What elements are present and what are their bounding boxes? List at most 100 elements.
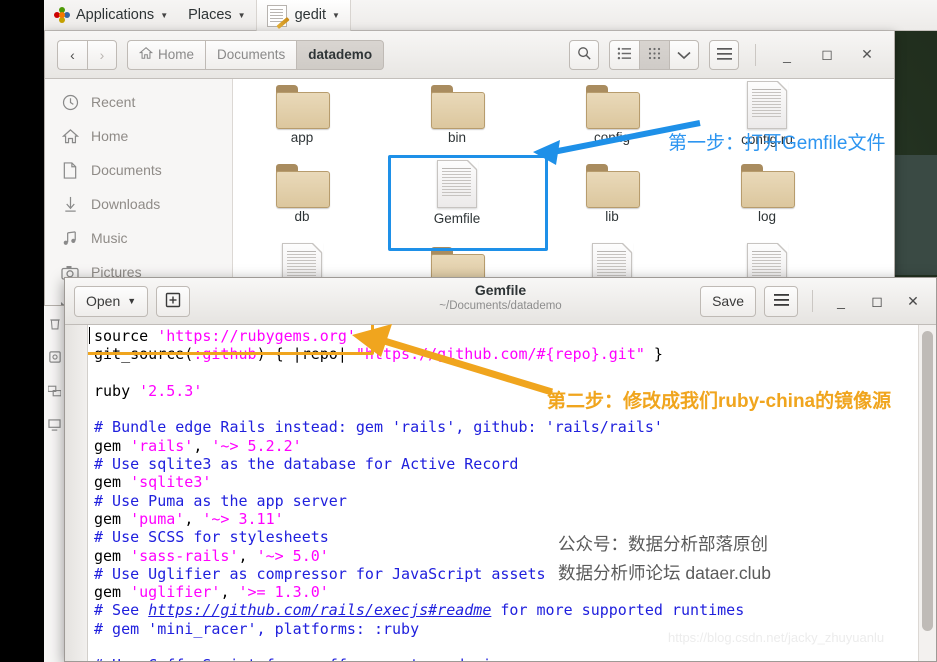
file-item-label: bin xyxy=(447,130,466,145)
sidebar-item-recent[interactable]: Recent xyxy=(45,85,232,119)
sidebar-label: Downloads xyxy=(91,196,161,212)
view-options-button[interactable] xyxy=(669,39,699,70)
file-item-db[interactable]: db xyxy=(248,164,356,224)
folder-icon xyxy=(586,85,640,129)
desktop-left-edge xyxy=(0,0,44,662)
file-item-app[interactable]: app xyxy=(248,85,356,145)
gedit-menu-button[interactable] xyxy=(764,285,798,317)
file-item-bin[interactable]: bin xyxy=(403,85,511,145)
desktop-right-strip xyxy=(895,155,937,275)
close-button[interactable]: ✕ xyxy=(852,40,882,70)
chevron-down-icon xyxy=(677,47,691,63)
gedit-close-button[interactable]: ✕ xyxy=(899,287,927,315)
hamburger-icon xyxy=(716,47,732,63)
active-app-menu[interactable]: gedit ▼ xyxy=(255,0,351,31)
gedit-minimize-button[interactable]: _ xyxy=(827,287,855,315)
source-line-highlight-box xyxy=(88,325,374,355)
chevron-down-icon: ▼ xyxy=(127,296,137,306)
music-icon xyxy=(61,229,79,247)
folder-icon xyxy=(276,164,330,208)
breadcrumb-datademo[interactable]: datademo xyxy=(296,39,385,70)
gedit-document-title: Gemfile xyxy=(474,282,527,298)
applications-menu-label: Applications xyxy=(76,7,155,23)
watermark-line-1: 公众号：数据分析部落原创 xyxy=(558,534,768,554)
gedit-header-divider xyxy=(812,290,813,312)
grid-view-button[interactable] xyxy=(639,39,669,70)
document-icon xyxy=(747,80,788,129)
gedit-title-block: Gemfile ~/Documents/datademo xyxy=(65,281,936,314)
file-item-config[interactable]: config xyxy=(558,85,666,145)
file-manager-window: ‹ › Home Documents datademo _ ◻ ✕ Recent… xyxy=(44,31,895,306)
disk-icon xyxy=(44,340,65,374)
folder-icon xyxy=(431,85,485,129)
maximize-button[interactable]: ◻ xyxy=(812,40,842,70)
code-line-19: # Use CoffeeScript for .coffee assets an… xyxy=(94,656,518,661)
new-document-icon xyxy=(165,292,181,311)
app-menu-button[interactable] xyxy=(709,39,739,70)
active-app-label: gedit xyxy=(294,7,327,23)
gedit-scrollbar[interactable] xyxy=(918,325,936,661)
search-button[interactable] xyxy=(569,39,599,70)
new-document-button[interactable] xyxy=(156,285,191,317)
sidebar-item-music[interactable]: Music xyxy=(45,221,232,255)
code-line-11: gem 'puma', '~> 3.11' xyxy=(94,509,284,528)
gedit-gutter xyxy=(65,325,88,661)
sidebar-item-home[interactable]: Home xyxy=(45,119,232,153)
sidebar-item-downloads[interactable]: Downloads xyxy=(45,187,232,221)
trash-icon xyxy=(44,306,65,340)
gedit-document-path: ~/Documents/datademo xyxy=(439,300,562,312)
list-view-button[interactable] xyxy=(609,39,639,70)
code-line-6: # Bundle edge Rails instead: gem 'rails'… xyxy=(94,418,663,437)
watermark-url: https://blog.csdn.net/jacky_zhuyuanlu xyxy=(668,630,885,645)
file-manager-sidebar: Recent Home Documents Downloads Music Pi… xyxy=(45,79,233,305)
file-list-area: app bin config config.ru db Gemfile lib … xyxy=(233,79,894,305)
folder-icon xyxy=(276,85,330,129)
sidebar-item-documents[interactable]: Documents xyxy=(45,153,232,187)
code-line-9: gem 'sqlite3' xyxy=(94,473,212,492)
open-button[interactable]: Open ▼ xyxy=(74,285,149,317)
file-item-log[interactable]: log xyxy=(713,164,821,224)
places-menu[interactable]: Places ▼ xyxy=(178,0,255,31)
home-icon xyxy=(61,127,79,145)
gedit-maximize-button[interactable]: ◻ xyxy=(863,287,891,315)
gedit-window: Open ▼ Gemfile ~/Documents/datademo Save… xyxy=(64,277,937,662)
file-item-label: config xyxy=(593,130,631,145)
code-line-13: gem 'sass-rails', '~> 5.0' xyxy=(94,546,329,565)
gnome-top-panel: Applications ▼ Places ▼ gedit ▼ xyxy=(44,0,937,31)
gnome-logo-icon xyxy=(54,7,70,23)
code-line-10: # Use Puma as the app server xyxy=(94,491,347,510)
hamburger-icon xyxy=(773,293,789,309)
chevron-down-icon: ▼ xyxy=(332,10,340,20)
file-item-label: db xyxy=(294,209,310,224)
open-button-label: Open xyxy=(86,293,121,309)
navigation-buttons: ‹ › xyxy=(57,39,117,70)
breadcrumb-documents[interactable]: Documents xyxy=(205,39,297,70)
download-icon xyxy=(61,195,79,213)
code-line-16: # See https://github.com/rails/execjs#re… xyxy=(94,601,745,620)
file-item-config-ru[interactable]: config.ru xyxy=(713,80,821,147)
code-line-12: # Use SCSS for stylesheets xyxy=(94,528,329,547)
gedit-scrollbar-thumb[interactable] xyxy=(922,331,933,631)
code-line-17: # gem 'mini_racer', platforms: :ruby xyxy=(94,619,420,638)
breadcrumb: Home Documents datademo xyxy=(127,39,385,70)
file-item-label: config.ru xyxy=(741,132,793,147)
minimize-button[interactable]: _ xyxy=(772,40,802,70)
applications-menu[interactable]: Applications ▼ xyxy=(44,0,178,31)
back-button[interactable]: ‹ xyxy=(57,39,87,70)
gedit-app-icon xyxy=(266,5,290,30)
code-line-7: gem 'rails', '~> 5.2.2' xyxy=(94,436,302,455)
home-icon xyxy=(138,46,154,63)
network-icon xyxy=(44,374,65,408)
file-item-label: app xyxy=(290,130,314,145)
forward-button[interactable]: › xyxy=(87,39,117,70)
file-item-lib[interactable]: lib xyxy=(558,164,666,224)
save-button[interactable]: Save xyxy=(700,285,756,317)
selection-highlight-box xyxy=(388,155,548,251)
breadcrumb-home-label: Home xyxy=(158,47,195,62)
folder-icon xyxy=(586,164,640,208)
code-line-14: # Use Uglifier as compressor for JavaScr… xyxy=(94,564,546,583)
breadcrumb-home[interactable]: Home xyxy=(127,39,206,70)
view-mode-group xyxy=(609,39,699,70)
gedit-text-area[interactable]: source 'https://rubygems.org' git_source… xyxy=(88,325,918,661)
icon-grid: app bin config config.ru db Gemfile lib … xyxy=(233,79,894,305)
